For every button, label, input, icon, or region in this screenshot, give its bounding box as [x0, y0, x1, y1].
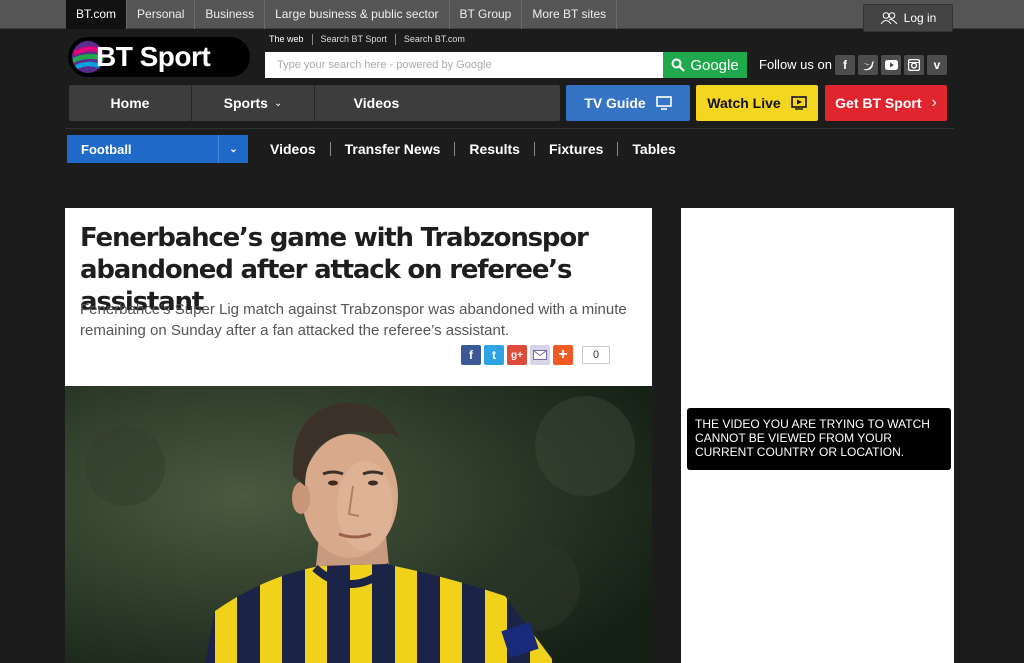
geo-block-message: THE VIDEO YOU ARE TRYING TO WATCH CANNOT… — [687, 408, 951, 470]
subnav-transfer-news[interactable]: Transfer News — [331, 142, 456, 156]
sport-selector-value: Football — [81, 141, 132, 157]
nav-sports-label: Sports — [223, 95, 268, 111]
twitter-icon[interactable]: t — [484, 345, 504, 365]
chevron-down-icon: ⌄ — [218, 135, 248, 163]
search-input[interactable] — [265, 52, 663, 78]
topbar-link-bt-com[interactable]: BT.com — [66, 0, 128, 29]
bt-global-bar: BT.com Personal Business Large business … — [0, 0, 1024, 32]
search-tab-bt-sport[interactable]: Search BT Sport — [313, 34, 396, 45]
search-button-label: Google — [690, 56, 739, 74]
bt-global-links: BT.com Personal Business Large business … — [66, 0, 618, 29]
article-header: Fenerbahce’s game with Trabzonspor aband… — [65, 208, 652, 386]
bt-sport-logo[interactable]: BT Sport — [68, 37, 250, 77]
tv-guide-button[interactable]: TV Guide — [566, 85, 690, 121]
article-photo — [65, 386, 652, 663]
topbar-link-more-bt-sites[interactable]: More BT sites — [522, 0, 618, 29]
video-sidebar: THE VIDEO YOU ARE TRYING TO WATCH CANNOT… — [681, 208, 954, 663]
search-tab-bt-com[interactable]: Search BT.com — [396, 34, 473, 45]
chevron-right-icon: › — [931, 94, 937, 111]
tv-guide-label: TV Guide — [584, 95, 646, 111]
search-scope-tabs: The web Search BT Sport Search BT.com — [269, 34, 473, 45]
google-plus-icon[interactable]: g+ — [507, 345, 527, 365]
article-standfirst: Fenerbahce’s Super Lig match against Tra… — [80, 301, 627, 339]
search-tab-web[interactable]: The web — [269, 34, 313, 45]
youtube-icon[interactable] — [881, 55, 901, 75]
login-button[interactable]: Log in — [863, 4, 953, 32]
nav-divider — [66, 128, 954, 129]
search-button[interactable]: Google — [663, 52, 747, 78]
logo-text: BT Sport — [96, 41, 211, 72]
watch-live-button[interactable]: Watch Live — [696, 85, 818, 121]
watch-live-label: Watch Live — [707, 95, 781, 111]
topbar-link-bt-group[interactable]: BT Group — [450, 0, 523, 29]
nav-sports[interactable]: Sports ⌄ — [192, 85, 315, 121]
facebook-icon[interactable]: f — [835, 55, 855, 75]
nav-home-label: Home — [110, 95, 150, 111]
tv-icon — [655, 96, 672, 110]
follow-us-label: Follow us on — [759, 57, 832, 72]
chevron-down-icon: ⌄ — [273, 97, 283, 109]
social-links: f v — [835, 55, 947, 75]
nav-videos[interactable]: Videos — [315, 85, 438, 121]
get-bt-sport-label: Get BT Sport — [835, 95, 922, 111]
search-icon — [671, 58, 686, 72]
facebook-icon[interactable]: f — [461, 345, 481, 365]
main-nav: Home Sports ⌄ Videos — [69, 85, 560, 121]
email-icon[interactable] — [530, 345, 550, 365]
nav-home[interactable]: Home — [69, 85, 192, 121]
subnav-results[interactable]: Results — [455, 142, 535, 156]
subnav-videos[interactable]: Videos — [256, 142, 331, 156]
addthis-icon[interactable]: + — [553, 345, 573, 365]
football-subnav: Videos Transfer News Results Fixtures Ta… — [256, 135, 690, 163]
user-icon — [880, 12, 898, 24]
login-label: Log in — [903, 11, 937, 25]
topbar-link-large-business[interactable]: Large business & public sector — [265, 0, 450, 29]
share-bar: f t g+ + 0 — [461, 345, 610, 365]
share-count: 0 — [582, 346, 610, 364]
twitter-icon[interactable] — [858, 55, 878, 75]
sport-selector[interactable]: Football ⌄ — [67, 135, 248, 163]
topbar-link-personal[interactable]: Personal — [127, 0, 196, 29]
play-screen-icon — [790, 96, 807, 110]
vine-icon[interactable]: v — [927, 55, 947, 75]
subnav-tables[interactable]: Tables — [618, 142, 689, 156]
get-bt-sport-button[interactable]: Get BT Sport › — [825, 85, 947, 121]
subnav-fixtures[interactable]: Fixtures — [535, 142, 619, 156]
nav-videos-label: Videos — [353, 95, 400, 111]
topbar-link-business[interactable]: Business — [195, 0, 266, 29]
instagram-icon[interactable] — [904, 55, 924, 75]
